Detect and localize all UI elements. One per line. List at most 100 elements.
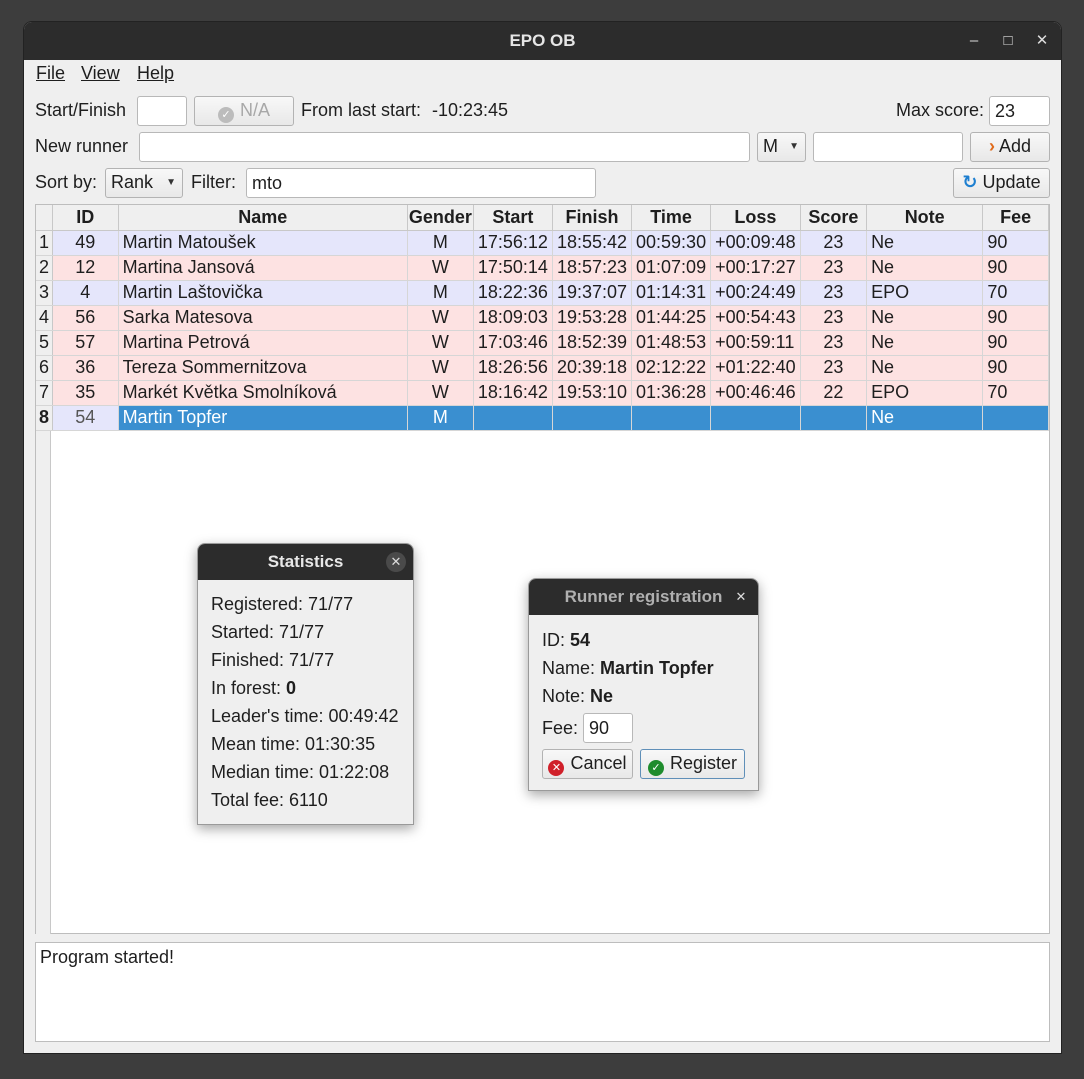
column-header[interactable]: Time	[631, 205, 712, 231]
filter-input[interactable]: mto	[246, 168, 596, 198]
cell-fee[interactable]: 90	[982, 305, 1049, 331]
cell-note[interactable]: EPO	[866, 280, 984, 306]
cell-loss[interactable]: +00:46:46	[710, 380, 801, 406]
cell-note[interactable]: Ne	[866, 255, 984, 281]
cancel-button[interactable]: ✕ Cancel	[542, 749, 633, 779]
cell-finish[interactable]: 19:53:10	[552, 380, 633, 406]
cell-id[interactable]: 4	[52, 280, 119, 306]
cell-fee[interactable]: 70	[982, 280, 1049, 306]
cell-name[interactable]: Markét Květka Smolníková	[118, 380, 408, 406]
cell-time[interactable]	[631, 405, 712, 431]
cell-start[interactable]: 17:50:14	[473, 255, 553, 281]
cell-fee[interactable]: 90	[982, 355, 1049, 381]
register-button[interactable]: ✓ Register	[640, 749, 745, 779]
cell-name[interactable]: Sarka Matesova	[118, 305, 408, 331]
cell-fee[interactable]: 70	[982, 380, 1049, 406]
cell-start[interactable]: 18:16:42	[473, 380, 553, 406]
cell-gender[interactable]: W	[407, 380, 474, 406]
cell-loss[interactable]: +00:09:48	[710, 230, 801, 256]
cell-time[interactable]: 01:07:09	[631, 255, 712, 281]
column-header[interactable]: Name	[118, 205, 408, 231]
add-button[interactable]: › Add	[970, 132, 1050, 162]
table-row[interactable]: 4 56 Sarka Matesova W 18:09:03 19:53:28 01:44:…	[36, 305, 1049, 331]
cell-gender[interactable]: W	[407, 305, 474, 331]
table-row[interactable]: 5 57 Martina Petrová W 17:03:46 18:52:39 01:48…	[36, 330, 1049, 356]
column-header[interactable]: Loss	[710, 205, 801, 231]
cell-finish[interactable]: 18:52:39	[552, 330, 633, 356]
cell-note[interactable]: Ne	[866, 230, 984, 256]
new-runner-input[interactable]	[139, 132, 750, 162]
cell-finish[interactable]: 18:55:42	[552, 230, 633, 256]
cell-start[interactable]: 17:03:46	[473, 330, 553, 356]
cell-finish[interactable]	[552, 405, 633, 431]
cell-score[interactable]: 23	[800, 330, 868, 356]
table-row[interactable]: 7 35 Markét Květka Smolníková W 18:16:42 19:5…	[36, 380, 1049, 406]
cell-loss[interactable]	[710, 405, 801, 431]
cell-gender[interactable]: M	[407, 230, 474, 256]
cell-loss[interactable]: +00:54:43	[710, 305, 801, 331]
cell-name[interactable]: Martin Laštovička	[118, 280, 408, 306]
cell-note[interactable]: Ne	[866, 330, 984, 356]
menu-file[interactable]: File	[36, 63, 65, 84]
cell-gender[interactable]: W	[407, 255, 474, 281]
cell-gender[interactable]: W	[407, 330, 474, 356]
cell-fee[interactable]: 90	[982, 255, 1049, 281]
cell-start[interactable]: 18:22:36	[473, 280, 553, 306]
cell-id[interactable]: 35	[52, 380, 119, 406]
cell-fee[interactable]	[982, 405, 1049, 431]
maximize-icon[interactable]: □	[993, 22, 1023, 60]
table-row[interactable]: 3 4 Martin Laštovička M 18:22:36 19:37:07 01:1…	[36, 280, 1049, 306]
table-row[interactable]: 1 49 Martin Matoušek M 17:56:12 18:55:42 00:59…	[36, 230, 1049, 256]
gender-select[interactable]: M ▼	[757, 132, 806, 162]
na-button[interactable]: ✓ N/A	[194, 96, 294, 126]
cell-note[interactable]: Ne	[866, 405, 984, 431]
cell-score[interactable]: 23	[800, 355, 868, 381]
close-icon[interactable]: ✕	[386, 552, 406, 572]
column-header[interactable]: Score	[800, 205, 868, 231]
cell-score[interactable]: 23	[800, 255, 868, 281]
sort-by-select[interactable]: Rank ▼	[105, 168, 183, 198]
column-header[interactable]: ID	[52, 205, 119, 231]
cell-id[interactable]: 49	[52, 230, 119, 256]
cell-time[interactable]: 01:36:28	[631, 380, 712, 406]
cell-id[interactable]: 36	[52, 355, 119, 381]
cell-id[interactable]: 57	[52, 330, 119, 356]
table-row[interactable]: 2 12 Martina Jansová W 17:50:14 18:57:23 01:07…	[36, 255, 1049, 281]
cell-score[interactable]	[800, 405, 868, 431]
cell-time[interactable]: 01:48:53	[631, 330, 712, 356]
cell-start[interactable]: 18:26:56	[473, 355, 553, 381]
log-panel[interactable]: Program started!	[35, 942, 1050, 1042]
cell-fee[interactable]: 90	[982, 330, 1049, 356]
cell-finish[interactable]: 18:57:23	[552, 255, 633, 281]
cell-note[interactable]: EPO	[866, 380, 984, 406]
cell-id[interactable]: 12	[52, 255, 119, 281]
cell-time[interactable]: 01:14:31	[631, 280, 712, 306]
start-finish-input[interactable]	[137, 96, 187, 126]
cell-id[interactable]: 54	[52, 405, 119, 431]
cell-gender[interactable]: M	[407, 280, 474, 306]
cell-finish[interactable]: 20:39:18	[552, 355, 633, 381]
runner-extra-input[interactable]	[813, 132, 963, 162]
close-icon[interactable]: ✕	[1027, 22, 1057, 60]
cell-time[interactable]: 01:44:25	[631, 305, 712, 331]
cell-fee[interactable]: 90	[982, 230, 1049, 256]
cell-score[interactable]: 22	[800, 380, 868, 406]
close-icon[interactable]: ✕	[731, 587, 751, 607]
cell-name[interactable]: Martina Jansová	[118, 255, 408, 281]
cell-start[interactable]: 17:56:12	[473, 230, 553, 256]
column-header[interactable]: Gender	[407, 205, 474, 231]
minimize-icon[interactable]: –	[959, 22, 989, 60]
menu-view[interactable]: View	[81, 63, 120, 84]
cell-id[interactable]: 56	[52, 305, 119, 331]
column-header[interactable]: Finish	[552, 205, 633, 231]
cell-loss[interactable]: +00:59:11	[710, 330, 801, 356]
cell-time[interactable]: 02:12:22	[631, 355, 712, 381]
column-header[interactable]: Start	[473, 205, 553, 231]
cell-loss[interactable]: +00:24:49	[710, 280, 801, 306]
column-header[interactable]: Fee	[982, 205, 1049, 231]
cell-score[interactable]: 23	[800, 230, 868, 256]
cell-name[interactable]: Martina Petrová	[118, 330, 408, 356]
table-row[interactable]: 6 36 Tereza Sommernitzova W 18:26:56 20:39:18…	[36, 355, 1049, 381]
cell-score[interactable]: 23	[800, 305, 868, 331]
cell-finish[interactable]: 19:53:28	[552, 305, 633, 331]
